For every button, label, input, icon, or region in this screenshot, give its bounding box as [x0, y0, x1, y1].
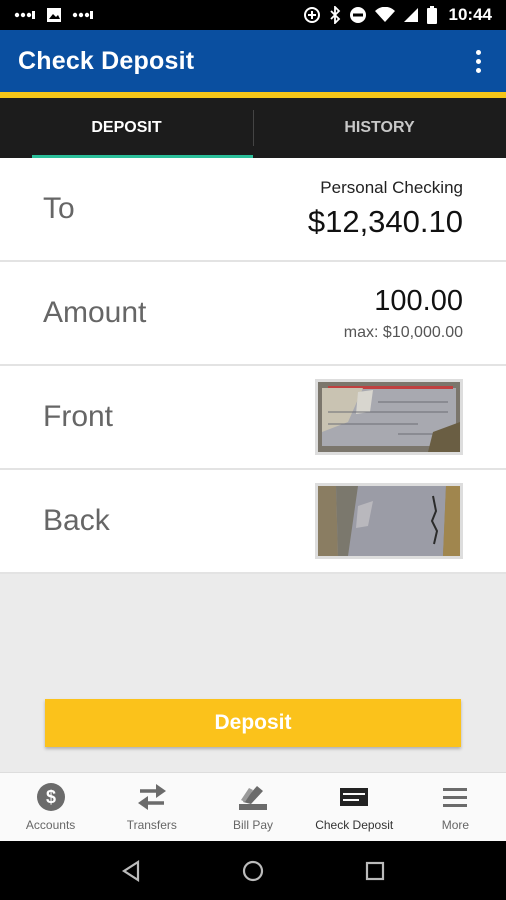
back-icon[interactable] — [121, 859, 141, 882]
image-icon — [47, 8, 61, 22]
account-name: Personal Checking — [320, 178, 463, 197]
check-front-thumbnail[interactable] — [315, 379, 463, 455]
nav-more-label: More — [441, 818, 470, 832]
tab-history-label: HISTORY — [344, 119, 415, 136]
front-label: Front — [43, 400, 114, 433]
nav-transfers[interactable]: Transfers — [101, 773, 202, 841]
nav-bill-pay[interactable]: Bill Pay — [202, 773, 303, 841]
deposit-button[interactable]: Deposit — [45, 699, 461, 747]
app-bar: Check Deposit — [0, 30, 506, 92]
deposit-form: To Personal Checking $12,340.10 Amount 1… — [0, 158, 506, 574]
check-deposit-icon — [340, 788, 369, 806]
signal-dots-icon — [14, 11, 35, 19]
do-not-disturb-icon — [349, 7, 366, 23]
front-image-row[interactable]: Front — [0, 366, 506, 470]
signal-dots-icon — [72, 11, 93, 19]
tab-deposit-label: DEPOSIT — [91, 119, 162, 136]
tab-divider — [253, 110, 254, 146]
amount-label: Amount — [43, 296, 147, 329]
page-title: Check Deposit — [18, 46, 195, 75]
nav-accounts-label: Accounts — [25, 818, 76, 832]
status-time: 10:44 — [448, 5, 492, 24]
recents-icon[interactable] — [365, 861, 385, 881]
nav-check-deposit-label: Check Deposit — [315, 818, 394, 832]
bottom-nav: $ Accounts Transfers Bill Pay Check Depo… — [0, 772, 506, 841]
nav-bill-pay-label: Bill Pay — [233, 818, 274, 832]
home-icon[interactable] — [242, 860, 264, 882]
tab-history[interactable]: HISTORY — [253, 98, 506, 158]
status-bar: 10:44 — [0, 0, 506, 30]
nav-more[interactable]: More — [405, 773, 506, 841]
back-image-row[interactable]: Back — [0, 470, 506, 574]
nav-accounts[interactable]: $ Accounts — [0, 773, 101, 841]
nav-check-deposit[interactable]: Check Deposit — [304, 773, 405, 841]
nav-transfers-label: Transfers — [126, 818, 177, 832]
bill-pay-icon — [239, 786, 267, 810]
amount-max: max: $10,000.00 — [343, 323, 463, 341]
account-balance: $12,340.10 — [307, 204, 463, 239]
tab-bar: DEPOSIT HISTORY — [0, 98, 506, 158]
amount-value[interactable]: 100.00 — [374, 285, 463, 318]
svg-text:$: $ — [46, 787, 56, 807]
wifi-icon — [374, 7, 395, 22]
to-label: To — [43, 192, 75, 225]
dollar-circle-icon: $ — [36, 783, 65, 811]
overflow-menu-icon[interactable] — [468, 44, 488, 78]
battery-icon — [426, 6, 437, 24]
cell-signal-icon — [403, 8, 418, 22]
system-nav-bar — [0, 841, 506, 900]
to-account-row[interactable]: To Personal Checking $12,340.10 — [0, 158, 506, 262]
menu-icon — [443, 788, 468, 807]
bluetooth-icon — [329, 6, 340, 24]
tab-deposit[interactable]: DEPOSIT — [0, 98, 253, 158]
check-back-thumbnail[interactable] — [315, 483, 463, 559]
data-saver-icon — [303, 7, 320, 23]
transfer-arrows-icon — [137, 784, 166, 810]
back-label: Back — [43, 504, 110, 537]
amount-row[interactable]: Amount 100.00 max: $10,000.00 — [0, 262, 506, 366]
